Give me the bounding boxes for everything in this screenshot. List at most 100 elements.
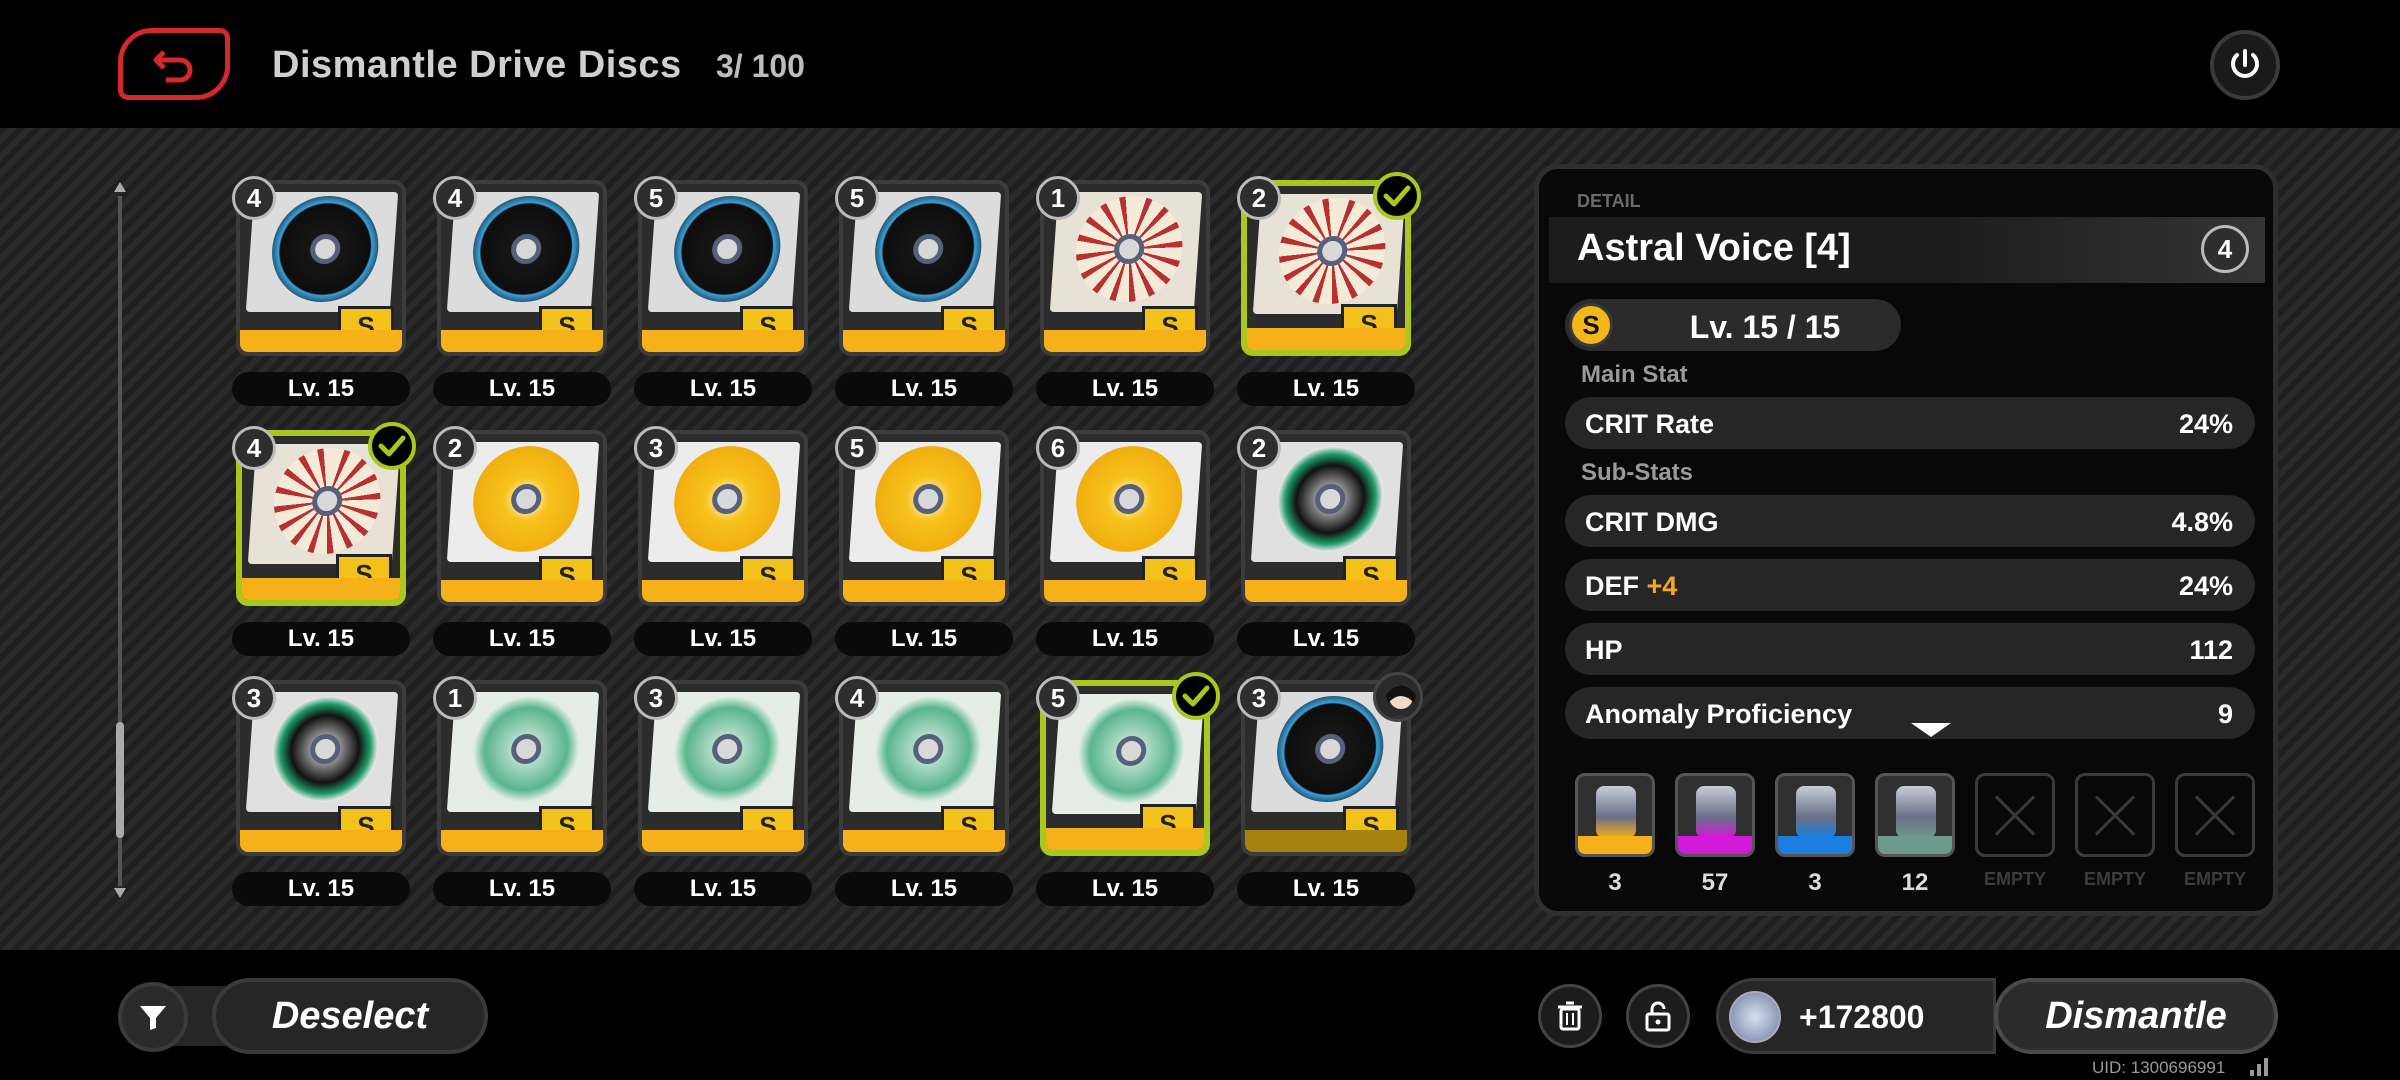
disc-item[interactable]: 4 S Lv. 15 [835, 676, 1013, 906]
material-slot[interactable]: 12 [1875, 773, 1955, 896]
disc-item[interactable]: 2 S Lv. 15 [1237, 426, 1415, 656]
rarity-bar [1247, 328, 1405, 350]
material-count: 57 [1701, 869, 1729, 896]
rarity-bar [1044, 330, 1206, 352]
deselect-button[interactable]: Deselect [212, 978, 488, 1054]
disc-item[interactable]: 1 S Lv. 15 [433, 676, 611, 906]
disc-level: Lv. 15 [433, 872, 611, 906]
disc-item[interactable]: 4 S Lv. 15 [232, 422, 416, 656]
material-slot-empty[interactable]: EMPTY [1975, 773, 2055, 893]
disc-item[interactable]: 1 S Lv. 15 [1036, 176, 1214, 406]
disc-slot-badge: 1 [433, 676, 477, 720]
disc-item[interactable]: 4 S Lv. 15 [232, 176, 410, 406]
sub-stats-label: Sub-Stats [1581, 459, 1694, 486]
disc-item[interactable]: 3 S Lv. 15 [634, 676, 812, 906]
detail-header: Astral Voice [4] 4 [1549, 217, 2265, 283]
dennies-coin-icon [1729, 991, 1781, 1043]
exit-button[interactable] [2210, 30, 2280, 100]
rarity-bar [843, 830, 1005, 852]
main-stat-name: CRIT Rate [1585, 409, 1715, 439]
trash-button[interactable] [1538, 984, 1602, 1048]
filter-button[interactable] [118, 982, 188, 1052]
sub-stat-name: DEF +4 [1585, 571, 1678, 601]
unlock-button[interactable] [1626, 984, 1690, 1048]
disc-item[interactable]: 5 S Lv. 15 [835, 426, 1013, 656]
disc-slot-badge: 5 [835, 426, 879, 470]
back-button[interactable] [118, 28, 230, 100]
disc-level: Lv. 15 [634, 372, 812, 406]
sub-stat-row: HP 112 [1565, 623, 2255, 675]
disc-item[interactable]: 3 S Lv. 15 [634, 426, 812, 656]
disc-slot-badge: 4 [232, 176, 276, 220]
disc-level: Lv. 15 [1036, 622, 1214, 656]
reward-value: +172800 [1799, 999, 1925, 1035]
signal-icon [2250, 1056, 2274, 1076]
disc-grid: 4 S Lv. 15 4 S Lv. 15 5 S Lv. 15 5 S Lv.… [232, 172, 1423, 906]
disc-item[interactable]: 2 S Lv. 15 [433, 426, 611, 656]
material-count: EMPTY [1983, 869, 2046, 889]
scroll-up-arrow-icon[interactable] [114, 182, 126, 192]
disc-slot-badge: 2 [1237, 426, 1281, 470]
sub-stat-value: 24% [2178, 571, 2233, 601]
sub-stat-row: DEF +4 24% [1565, 559, 2255, 611]
material-slot[interactable]: 3 [1575, 773, 1655, 896]
level-row: S Lv. 15 / 15 [1565, 299, 1901, 351]
material-slot-empty[interactable]: EMPTY [2175, 773, 2255, 893]
sub-stat-value: 112 [2189, 635, 2233, 665]
disc-item[interactable]: 2 S Lv. 15 [1237, 172, 1421, 406]
disc-level: Lv. 15 [835, 872, 1013, 906]
sub-stat-name: Anomaly Proficiency [1585, 699, 1853, 729]
disc-item[interactable]: 5 S Lv. 15 [1036, 672, 1220, 906]
disc-item[interactable]: 4 S Lv. 15 [433, 176, 611, 406]
disc-name: Astral Voice [4] [1577, 227, 1851, 269]
rarity-bar [843, 580, 1005, 602]
material-slot[interactable]: 3 [1775, 773, 1855, 896]
disc-slot-badge: 1 [1036, 176, 1080, 220]
empty-slot-x-icon [1975, 773, 2055, 857]
trash-icon [1558, 1001, 1582, 1031]
selected-check-icon [1373, 172, 1421, 220]
disc-level: Lv. 15 [232, 372, 410, 406]
disc-level: Lv. 15 [1237, 872, 1415, 906]
scroll-down-arrow-icon[interactable] [114, 888, 126, 898]
disc-list-scrollbar[interactable] [112, 182, 128, 898]
disc-item[interactable]: 3 S Lv. 15 [232, 676, 410, 906]
disc-item[interactable]: 6 S Lv. 15 [1036, 426, 1214, 656]
rarity-bar [1044, 580, 1206, 602]
unlock-icon [1645, 1001, 1671, 1032]
disc-level: Lv. 15 [433, 622, 611, 656]
disc-slot-badge: 5 [835, 176, 879, 220]
disc-item[interactable]: 3 S Lv. 15 [1237, 672, 1423, 906]
disc-item[interactable]: 5 S Lv. 15 [634, 176, 812, 406]
scroll-thumb[interactable] [116, 722, 124, 838]
material-icon [1675, 773, 1755, 857]
disc-level: Lv. 15 [1237, 622, 1415, 656]
footer-bar: Deselect +172800 Dismantle UID: 13006969… [0, 950, 2400, 1080]
page-title: Dismantle Drive Discs [272, 44, 682, 86]
power-icon [2231, 49, 2259, 78]
dismantle-button[interactable]: Dismantle [1994, 978, 2278, 1054]
disc-slot-badge: 2 [1237, 176, 1281, 220]
disc-level: Lv. 15 [1036, 872, 1214, 906]
sub-stat-value: 4.8% [2171, 507, 2233, 537]
uid-label: UID: 1300696991 [2092, 1058, 2226, 1077]
disc-slot-badge: 2 [433, 426, 477, 470]
rarity-bar [240, 830, 402, 852]
disc-slot-badge: 4 [433, 176, 477, 220]
disc-slot-badge: 3 [634, 426, 678, 470]
material-slot[interactable]: 57 [1675, 773, 1755, 896]
sub-stat-row: Anomaly Proficiency 9 [1565, 687, 2255, 739]
rarity-bar [642, 830, 804, 852]
rarity-bar [441, 580, 603, 602]
expand-arrow-icon[interactable] [1911, 723, 1951, 737]
disc-item[interactable]: 5 S Lv. 15 [835, 176, 1013, 406]
material-count: EMPTY [2083, 869, 2146, 889]
disc-level: Lv. 15 [835, 622, 1013, 656]
detail-label: DETAIL [1577, 191, 1641, 211]
main-stat-value: 24% [2178, 409, 2233, 439]
rarity-bar [242, 578, 400, 600]
rarity-bar [642, 330, 804, 352]
disc-level: Lv. 15 [634, 622, 812, 656]
selected-check-icon [1172, 672, 1220, 720]
material-slot-empty[interactable]: EMPTY [2075, 773, 2155, 893]
